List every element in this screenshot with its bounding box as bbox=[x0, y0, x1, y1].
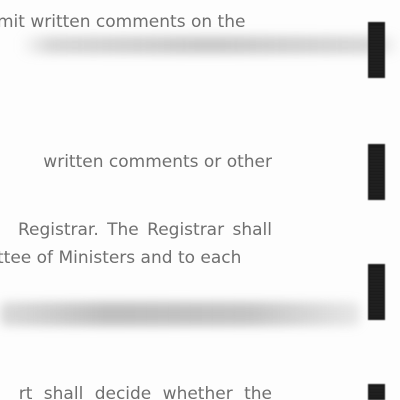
text-line-1: mit written comments on the bbox=[0, 12, 273, 32]
text-line-3: Registrar. The Registrar shall bbox=[0, 220, 272, 240]
text-line-2-content: written comments or other bbox=[43, 152, 272, 172]
text-line-4: ttee of Ministers and to each bbox=[0, 248, 273, 268]
text-line-4-content: ttee of Ministers and to each bbox=[0, 248, 242, 268]
text-line-2: written comments or other bbox=[0, 152, 272, 172]
margin-change-bar bbox=[368, 22, 385, 78]
document-page: mit written comments on the written comm… bbox=[0, 0, 400, 400]
margin-change-bar bbox=[368, 264, 385, 320]
blurred-text-line bbox=[0, 302, 360, 326]
blurred-text-line bbox=[20, 36, 400, 54]
text-line-3-content: Registrar. The Registrar shall bbox=[17, 220, 272, 240]
margin-change-bar bbox=[368, 144, 385, 200]
text-line-5-content: rt shall decide whether the bbox=[18, 384, 272, 400]
text-line-1-content: mit written comments on the bbox=[0, 12, 246, 32]
text-line-5: rt shall decide whether the bbox=[0, 384, 272, 400]
margin-change-bar bbox=[368, 384, 385, 400]
